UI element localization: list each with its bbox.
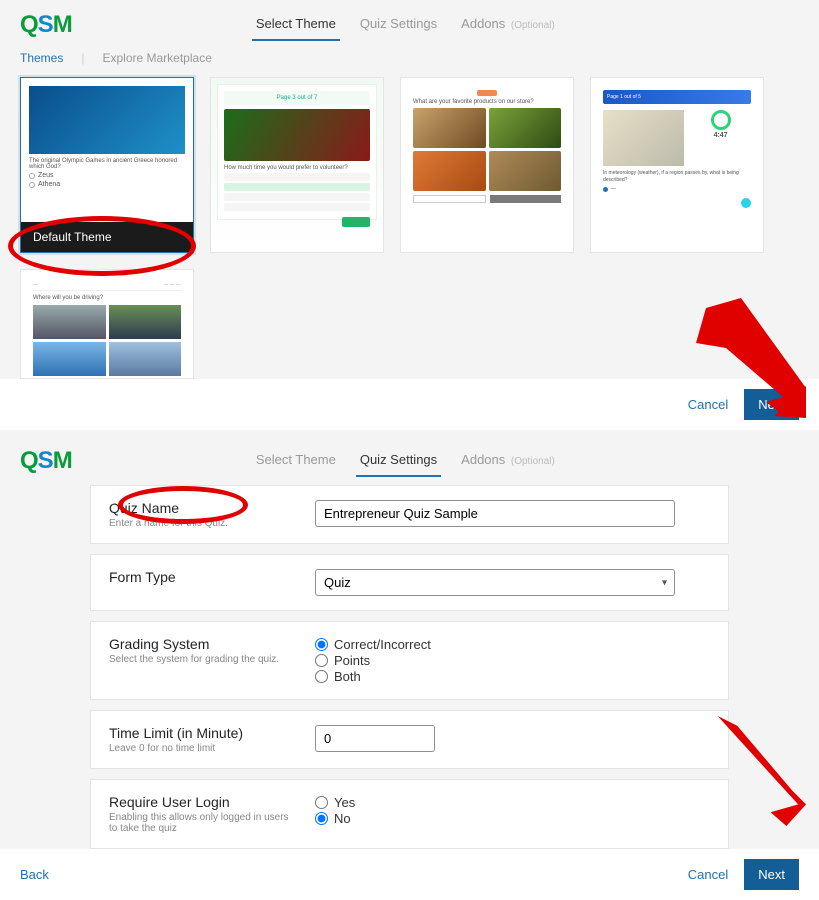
tab-addons[interactable]: Addons (Optional)	[457, 8, 559, 41]
next-button[interactable]: Next	[744, 859, 799, 890]
form-type-select[interactable]: Quiz	[315, 569, 675, 596]
grading-hint: Select the system for grading the quiz.	[109, 654, 299, 665]
radio-input[interactable]	[315, 638, 328, 651]
tab-addons-optional: (Optional)	[511, 20, 555, 31]
theme-card[interactable]: What are your favorite products on our s…	[400, 77, 574, 253]
row-form-type: Form Type Quiz ▾	[90, 554, 729, 611]
theme-subtabs: Themes | Explore Marketplace	[0, 41, 819, 73]
login-option-no[interactable]: No	[315, 811, 710, 826]
theme-preview-option: —	[603, 186, 751, 192]
theme-preview-question: The original Olympic Games in ancient Gr…	[29, 158, 185, 170]
theme-card[interactable]: Page 3 out of 7 How much time you would …	[210, 77, 384, 253]
theme-preview-question: What are your favorite products on our s…	[413, 99, 561, 105]
tab-addons-optional: (Optional)	[511, 456, 555, 467]
panel2-footer: Back Cancel Next	[0, 849, 819, 900]
theme-preview-image	[29, 86, 185, 154]
theme-preview-header: —— — —	[33, 282, 181, 291]
row-require-login: Require User Login Enabling this allows …	[90, 779, 729, 849]
theme-preview-option	[224, 183, 370, 191]
radio-input[interactable]	[315, 670, 328, 683]
theme-card-default[interactable]: The original Olympic Games in ancient Gr…	[20, 77, 194, 253]
theme-preview-option	[224, 193, 370, 201]
grading-option-both[interactable]: Both	[315, 669, 710, 684]
row-time-limit: Time Limit (in Minute) Leave 0 for no ti…	[90, 710, 729, 769]
panel1-footer: Cancel Next	[0, 379, 819, 430]
theme-preview-pager: Page 3 out of 7	[224, 91, 370, 105]
theme-preview-image	[603, 110, 684, 166]
time-limit-input[interactable]	[315, 725, 435, 752]
theme-preview-image-grid	[33, 305, 181, 376]
time-limit-label: Time Limit (in Minute)	[109, 725, 299, 741]
theme-preview-next	[342, 217, 370, 227]
tab-quiz-settings[interactable]: Quiz Settings	[356, 444, 441, 477]
theme-preview-image-grid	[413, 108, 561, 191]
tab-select-theme[interactable]: Select Theme	[252, 444, 340, 477]
next-button[interactable]: Next	[744, 389, 799, 420]
theme-card[interactable]: —— — — Where will you be driving?	[20, 269, 194, 379]
theme-preview-next	[603, 198, 751, 208]
theme-preview-option: Zeus	[29, 172, 185, 179]
row-grading-system: Grading System Select the system for gra…	[90, 621, 729, 700]
radio-input[interactable]	[315, 812, 328, 825]
qsm-logo: QSM	[20, 447, 72, 475]
require-login-label: Require User Login	[109, 794, 299, 810]
theme-preview-question: Where will you be driving?	[33, 295, 181, 301]
theme-preview-option	[224, 203, 370, 211]
quiz-name-label: Quiz Name	[109, 500, 299, 516]
subtab-themes[interactable]: Themes	[20, 51, 63, 65]
radio-input[interactable]	[315, 796, 328, 809]
time-limit-hint: Leave 0 for no time limit	[109, 743, 299, 754]
theme-preview-badge	[477, 90, 497, 96]
theme-preview-image	[224, 109, 370, 161]
subtab-explore-marketplace[interactable]: Explore Marketplace	[102, 51, 211, 65]
radio-input[interactable]	[315, 654, 328, 667]
theme-caption: Default Theme	[21, 222, 193, 252]
theme-preview-question: How much time you would prefer to volunt…	[224, 165, 370, 171]
grading-option-correct[interactable]: Correct/Incorrect	[315, 637, 710, 652]
qsm-logo: QSM	[20, 11, 72, 39]
form-type-label: Form Type	[109, 569, 299, 585]
tab-addons[interactable]: Addons (Optional)	[457, 444, 559, 477]
tab-addons-label: Addons	[461, 452, 505, 467]
wizard-tabs: Select Theme Quiz Settings Addons (Optio…	[72, 8, 739, 41]
theme-preview-pager: Page 1 out of 5	[603, 90, 751, 104]
tab-quiz-settings[interactable]: Quiz Settings	[356, 8, 441, 41]
theme-preview-question: In meteorology (weather), if a region pa…	[603, 170, 751, 184]
require-login-hint: Enabling this allows only logged in user…	[109, 812, 299, 834]
login-option-yes[interactable]: Yes	[315, 795, 710, 810]
subtab-separator: |	[81, 51, 84, 65]
cancel-link[interactable]: Cancel	[688, 397, 728, 412]
quiz-name-input[interactable]	[315, 500, 675, 527]
grading-label: Grading System	[109, 636, 299, 652]
tab-select-theme[interactable]: Select Theme	[252, 8, 340, 41]
grading-option-points[interactable]: Points	[315, 653, 710, 668]
theme-preview-timer: 4:47	[714, 132, 728, 139]
theme-preview-option	[224, 173, 370, 181]
wizard-tabs: Select Theme Quiz Settings Addons (Optio…	[72, 444, 739, 477]
theme-preview-option: Athena	[29, 181, 185, 188]
timer-ring-icon	[711, 110, 731, 130]
quiz-name-hint: Enter a name for this Quiz.	[109, 518, 299, 529]
theme-preview-nav	[413, 195, 561, 203]
tab-addons-label: Addons	[461, 16, 505, 31]
row-quiz-name: Quiz Name Enter a name for this Quiz.	[90, 485, 729, 544]
theme-card[interactable]: Page 1 out of 5 4:47 In meteorology (wea…	[590, 77, 764, 253]
